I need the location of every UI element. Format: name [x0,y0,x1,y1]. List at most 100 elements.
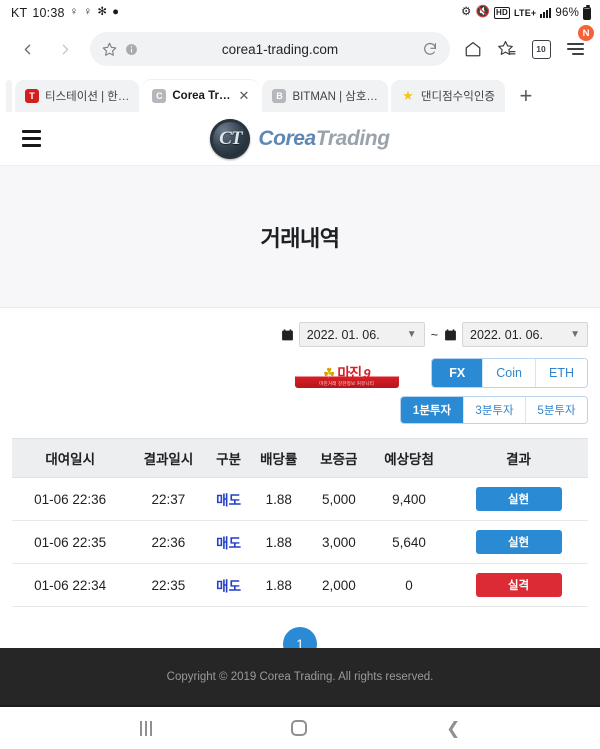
carrier-label: KT [11,6,28,20]
cell-lend-time: 01-06 22:35 [12,520,129,564]
table-row: 01-06 22:34 22:35 매도 1.88 2,000 0 실격 [12,563,588,607]
address-bar[interactable]: corea1-trading.com [90,32,450,66]
cell-lend-time: 01-06 22:34 [12,563,129,607]
tab-title: BITMAN | 삼호… [292,91,378,103]
promo-banner-top: ☘ 마진 9 [323,364,371,383]
market-tab-coin[interactable]: Coin [482,359,535,387]
col-type: 구분 [208,438,249,478]
duration-tabs: 1분투자 3분투자 5분투자 [400,396,588,424]
start-date-value: 2022. 01. 06. [306,327,380,342]
tab-title: 댄디점수익인증 [420,91,495,103]
menu-lines [566,43,584,55]
filter-section: 2022. 01. 06. ▼ ~ 2022. 01. 06. ▼ ☘ 마진 9… [12,308,588,424]
snowflake-icon: ✻ [97,6,108,19]
menu-notification-badge: N [578,25,594,41]
table-body: 01-06 22:36 22:37 매도 1.88 5,000 9,400 실현… [12,477,588,607]
recents-icon[interactable] [139,720,152,736]
col-deposit: 보증금 [308,438,369,478]
cell-type: 매도 [208,563,249,607]
cell-lend-time: 01-06 22:36 [12,477,129,521]
home-square-icon[interactable] [290,720,307,736]
cell-result-time: 22:37 [128,477,209,521]
duration-tab-3min[interactable]: 3분투자 [463,397,525,423]
end-date-select[interactable]: 2022. 01. 06. ▼ [462,322,588,347]
logo-text-trading: Trading [315,126,390,150]
battery-icon [583,4,591,20]
hamburger-menu-icon[interactable] [22,130,41,147]
signal-bars-icon [540,8,552,18]
col-result-time: 결과일시 [128,438,209,478]
phone-screen: KT 10:38 ♀ ♀ ✻ ● ⚙ 🔇 HD LTE+ 96% corea1-… [0,0,600,749]
cell-result-time: 22:35 [128,563,209,607]
browser-tab[interactable]: ★ 댄디점수익인증 [390,80,505,112]
calendar-icon [444,328,457,342]
market-tabs: FX Coin ETH [431,358,588,388]
cell-type: 매도 [208,520,249,564]
forward-button[interactable] [48,32,82,66]
table-row: 01-06 22:36 22:37 매도 1.88 5,000 9,400 실현 [12,477,588,521]
tab-switcher-icon[interactable]: 10 [526,32,556,66]
start-date-select[interactable]: 2022. 01. 06. ▼ [298,322,425,347]
cell-result: 실격 [449,563,588,607]
network-type-label: LTE+ [513,8,537,18]
talk-icon: ● [112,6,120,19]
cell-type: 매도 [208,477,249,521]
chevron-down-icon: ▼ [570,329,580,340]
back-button[interactable] [10,32,44,66]
site-info-icon[interactable] [125,43,138,56]
reload-icon[interactable] [422,41,438,57]
col-expected: 예상당첨 [368,438,450,478]
site-logo[interactable]: CT CoreaTrading [210,118,390,159]
table-head: 대여일시 결과일시 구분 배당률 보증금 예상당첨 결과 [12,438,588,478]
close-icon[interactable]: ✕ [239,88,250,104]
browser-tab[interactable]: B BITMAN | 삼호… [262,80,388,112]
status-badge: 실현 [475,487,562,511]
page-title: 거래내역 [260,225,340,251]
market-tab-fx[interactable]: FX [432,359,483,387]
market-tab-eth[interactable]: ETH [535,359,587,387]
tab-favicon-icon: C [152,89,167,103]
home-icon[interactable] [458,32,488,66]
bluetooth-share-icon: ♀ [69,6,79,19]
status-badge: 실격 [475,573,562,597]
bluetooth-icon: ⚙ [460,6,472,19]
android-status-bar: KT 10:38 ♀ ♀ ✻ ● ⚙ 🔇 HD LTE+ 96% [0,0,600,26]
table-header-row: 대여일시 결과일시 구분 배당률 보증금 예상당첨 결과 [12,438,588,478]
cell-result: 실현 [449,477,588,521]
cell-rate: 1.88 [248,520,309,564]
browser-tab-active[interactable]: C Corea Tr… ✕ [142,80,260,112]
chevron-down-icon: ▼ [406,329,417,340]
cell-deposit: 3,000 [308,520,369,564]
tab-overflow-left[interactable] [6,80,12,112]
col-lend-time: 대여일시 [12,438,129,478]
logo-mark-icon: CT [210,118,251,159]
logo-mark-text: CT [219,127,242,149]
main-content: 2022. 01. 06. ▼ ~ 2022. 01. 06. ▼ ☘ 마진 9… [0,308,600,648]
duration-tab-1min[interactable]: 1분투자 [401,397,463,423]
tab-favicon-icon: B [272,89,287,103]
hd-icon: HD [494,7,510,19]
battery-percent-label: 96% [555,7,579,19]
duration-tab-5min[interactable]: 5분투자 [525,397,587,423]
pagination: 1 [12,607,588,648]
cell-deposit: 5,000 [308,477,369,521]
promo-banner[interactable]: ☘ 마진 9 마진거래 강한정보 커뮤니티 [294,358,399,388]
status-bar-right: ⚙ 🔇 HD LTE+ 96% [460,4,591,20]
android-nav-bar: ❮ [0,705,600,749]
browser-tab-strip: T 티스테이션 | 한… C Corea Tr… ✕ B BITMAN | 삼호… [0,72,600,112]
bookmarks-icon[interactable] [492,32,522,66]
site-footer: Copyright © 2019 Corea Trading. All righ… [0,648,600,705]
site-header: CT CoreaTrading [0,112,600,166]
tab-title: Corea Tr… [172,90,231,102]
menu-icon[interactable]: N [560,25,594,66]
date-range-row: 2022. 01. 06. ▼ ~ 2022. 01. 06. ▼ [12,322,588,347]
browser-tab[interactable]: T 티스테이션 | 한… [15,80,140,112]
cell-result-time: 22:36 [128,520,209,564]
bookmark-star-icon[interactable] [102,42,117,57]
back-icon[interactable]: ❮ [446,720,460,737]
new-tab-button[interactable]: + [508,80,544,112]
transaction-table: 대여일시 결과일시 구분 배당률 보증금 예상당첨 결과 01-06 22:36… [12,438,588,607]
page-button-1[interactable]: 1 [283,627,317,648]
end-date-value: 2022. 01. 06. [470,327,543,342]
promo-number: 9 [363,365,371,381]
